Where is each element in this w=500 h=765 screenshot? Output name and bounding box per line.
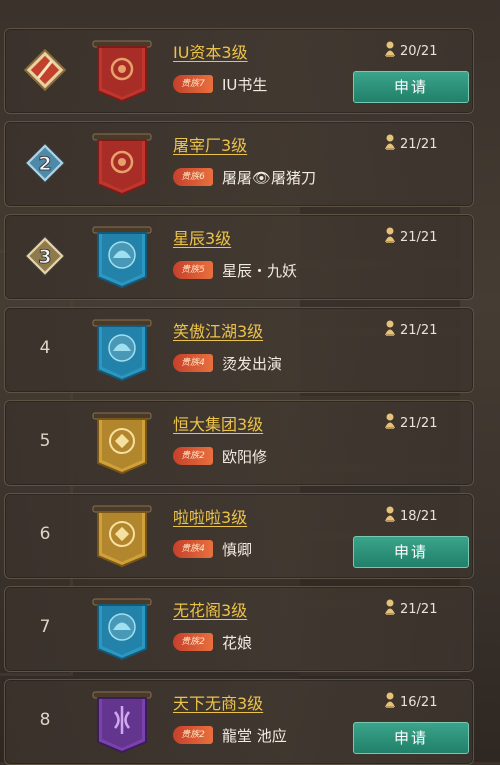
person-pin-icon <box>383 227 400 247</box>
guild-banner-icon <box>91 411 153 475</box>
vip-level-badge: 贵族4 <box>173 354 213 372</box>
member-count-value: 21/21 <box>400 322 438 338</box>
member-count-value: 21/21 <box>400 229 438 245</box>
member-count-value: 21/21 <box>400 601 438 617</box>
rank-number: 4 <box>39 338 51 358</box>
guild-leader: 贵族2 花娘 <box>173 631 252 653</box>
guild-name-link[interactable]: 恒大集团3级 <box>173 411 263 435</box>
guild-row[interactable]: 7 无花阁3级 贵族2 花娘 21/21 <box>4 586 474 672</box>
guild-name-link[interactable]: 啦啦啦3级 <box>173 504 247 528</box>
leader-name: 龍堂 池应 <box>222 726 287 745</box>
guild-banner-icon <box>91 690 153 754</box>
member-count-value: 21/21 <box>400 415 438 431</box>
member-count: 21/21 <box>383 413 437 433</box>
member-count: 18/21 <box>383 506 437 526</box>
leader-name: 星辰・九妖 <box>222 261 298 280</box>
guild-name-link[interactable]: 星辰3级 <box>173 225 231 249</box>
vip-level-badge: 贵族4 <box>173 540 213 558</box>
leader-name: 花娘 <box>222 633 253 652</box>
member-count: 21/21 <box>383 599 437 619</box>
guild-row[interactable]: 4 笑傲江湖3级 贵族4 烫发出演 21/21 <box>4 307 474 393</box>
leader-name: 屠屠👁屠猪刀 <box>222 168 317 187</box>
apply-button[interactable]: 申请 <box>353 722 469 754</box>
guild-name-link[interactable]: IU资本3级 <box>173 39 248 63</box>
svg-text:2: 2 <box>38 153 51 175</box>
person-pin-icon <box>383 413 400 433</box>
rank-number: 6 <box>39 524 51 544</box>
guild-row[interactable]: 5 恒大集团3级 贵族2 欧阳修 21/21 <box>4 400 474 486</box>
guild-banner-icon <box>91 132 153 196</box>
guild-name-link[interactable]: 天下无商3级 <box>173 690 263 714</box>
vip-level-badge: 贵族2 <box>173 726 213 744</box>
member-count-value: 20/21 <box>400 43 438 59</box>
apply-button[interactable]: 申请 <box>353 536 469 568</box>
member-count-value: 16/21 <box>400 694 438 710</box>
member-count: 21/21 <box>383 320 437 340</box>
vip-level-badge: 贵族6 <box>173 168 213 186</box>
guild-leader: 贵族2 欧阳修 <box>173 445 267 467</box>
apply-button[interactable]: 申请 <box>353 71 469 103</box>
guild-row[interactable]: 6 啦啦啦3级 贵族4 慎卿 18/21 申请 <box>4 493 474 579</box>
member-count-value: 18/21 <box>400 508 438 524</box>
leader-name: 欧阳修 <box>222 447 268 466</box>
rank-number: 5 <box>39 431 51 451</box>
guild-leader: 贵族4 慎卿 <box>173 538 252 560</box>
guild-row[interactable]: 8 天下无商3级 贵族2 龍堂 池应 16/21 申请 <box>4 679 474 765</box>
member-count: 21/21 <box>383 227 437 247</box>
guild-banner-icon <box>91 225 153 289</box>
leader-name: 烫发出演 <box>222 354 283 373</box>
person-pin-icon <box>383 599 400 619</box>
vip-level-badge: 贵族7 <box>173 75 213 93</box>
svg-text:3: 3 <box>38 246 51 268</box>
guild-leader: 贵族5 星辰・九妖 <box>173 259 297 281</box>
member-count: 21/21 <box>383 134 437 154</box>
guild-leader: 贵族4 烫发出演 <box>173 352 282 374</box>
guild-banner-icon <box>91 318 153 382</box>
guild-banner-icon <box>91 39 153 103</box>
rank-number: 7 <box>39 617 51 637</box>
guild-row[interactable]: 3 星辰3级 贵族5 星辰・九妖 21/21 <box>4 214 474 300</box>
person-pin-icon <box>383 692 400 712</box>
vip-level-badge: 贵族5 <box>173 261 213 279</box>
rank-1-badge-icon <box>23 48 67 92</box>
guild-leader: 贵族7 IU书生 <box>173 73 267 95</box>
guild-row[interactable]: IU资本3级 贵族7 IU书生 20/21 申请 <box>4 28 474 114</box>
guild-row[interactable]: 2 屠宰厂3级 贵族6 屠屠👁屠猪刀 21/21 <box>4 121 474 207</box>
vip-level-badge: 贵族2 <box>173 447 213 465</box>
guild-leader: 贵族2 龍堂 池应 <box>173 724 287 746</box>
rank-3-badge-icon: 3 <box>24 235 66 277</box>
leader-name: 慎卿 <box>222 540 253 559</box>
rank-2-badge-icon: 2 <box>24 142 66 184</box>
guild-leader: 贵族6 屠屠👁屠猪刀 <box>173 166 316 188</box>
person-pin-icon <box>383 41 400 61</box>
member-count: 20/21 <box>383 41 437 61</box>
person-pin-icon <box>383 320 400 340</box>
leader-name: IU书生 <box>222 75 268 94</box>
member-count-value: 21/21 <box>400 136 438 152</box>
rank-number: 8 <box>39 710 51 730</box>
vip-level-badge: 贵族2 <box>173 633 213 651</box>
guild-list: IU资本3级 贵族7 IU书生 20/21 申请 2 屠宰厂3级 贵族6 屠屠👁… <box>0 0 500 765</box>
guild-banner-icon <box>91 504 153 568</box>
person-pin-icon <box>383 134 400 154</box>
guild-name-link[interactable]: 笑傲江湖3级 <box>173 318 263 342</box>
member-count: 16/21 <box>383 692 437 712</box>
guild-banner-icon <box>91 597 153 661</box>
person-pin-icon <box>383 506 400 526</box>
guild-name-link[interactable]: 无花阁3级 <box>173 597 247 621</box>
guild-name-link[interactable]: 屠宰厂3级 <box>173 132 247 156</box>
